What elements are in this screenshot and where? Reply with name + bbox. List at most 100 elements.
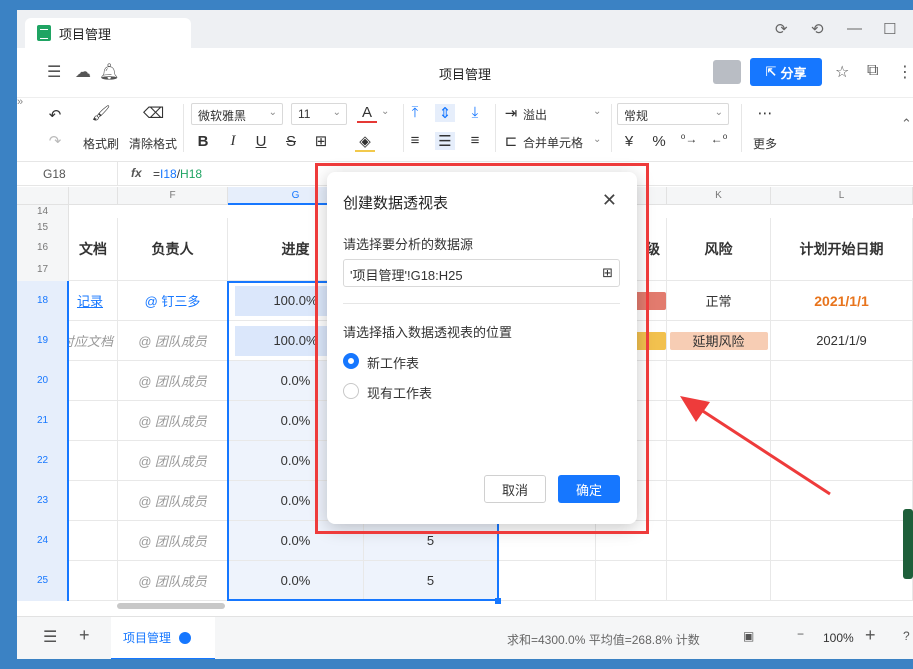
doc-link[interactable]: 记录 — [69, 281, 118, 321]
format-painter-icon[interactable]: 🖌︎ — [91, 104, 111, 122]
header-cell-risk[interactable]: 风险 — [667, 218, 771, 281]
help-icon[interactable]: ? — [903, 629, 910, 643]
data-cell[interactable] — [596, 561, 667, 601]
header-cell-plan-start[interactable]: 计划开始日期 — [771, 218, 913, 281]
option-existing-sheet-label[interactable]: 现有工作表 — [367, 383, 432, 402]
align-left-icon[interactable]: ≡ — [405, 132, 425, 149]
cell-reference[interactable]: G18 — [43, 167, 66, 181]
border-icon[interactable]: ⊞ — [311, 132, 331, 150]
align-middle-icon[interactable]: ⇕ — [435, 104, 455, 122]
history-icon[interactable]: ⟲ — [811, 20, 824, 38]
risk-cell[interactable]: 正常 — [667, 281, 771, 321]
decrease-decimal-icon[interactable]: ←⁰ — [709, 132, 729, 146]
currency-button[interactable]: ¥ — [619, 133, 639, 150]
chevron-down-icon[interactable]: ⌄ — [593, 106, 601, 117]
column-header[interactable] — [69, 187, 118, 205]
percent-button[interactable]: % — [649, 133, 669, 150]
star-icon[interactable]: ☆ — [835, 62, 849, 82]
chevron-down-icon[interactable]: ⌄ — [593, 134, 601, 145]
owner-placeholder[interactable]: @ 团队成员 — [118, 481, 228, 521]
align-top-icon[interactable]: ⤒ — [405, 104, 425, 121]
range-picker-icon[interactable]: ⊞ — [602, 265, 613, 281]
row-header[interactable]: 22 — [17, 441, 69, 481]
risk-cell[interactable]: 延期风险 — [667, 321, 771, 361]
owner-placeholder[interactable]: @ 团队成员 — [118, 361, 228, 401]
horizontal-scrollbar[interactable] — [117, 603, 225, 609]
row-header[interactable]: 14 — [17, 205, 69, 218]
date-cell[interactable]: 2021/1/9 — [771, 321, 913, 361]
data-cell[interactable] — [498, 521, 596, 561]
undo-icon[interactable]: ↶ — [45, 106, 65, 124]
row-header[interactable]: 17 — [17, 258, 69, 281]
comment-icon[interactable] — [179, 631, 192, 644]
avatar[interactable] — [713, 60, 741, 84]
doc-cell[interactable] — [69, 481, 118, 521]
owner-placeholder[interactable]: @ 团队成员 — [118, 441, 228, 481]
eraser-icon[interactable]: ⌫ — [143, 104, 164, 122]
data-cell[interactable] — [596, 521, 667, 561]
font-size-select[interactable]: 11 ⌄ — [291, 103, 347, 125]
column-header-k[interactable]: K — [667, 187, 771, 205]
overflow-button[interactable]: 溢出 — [523, 106, 547, 123]
row-header[interactable]: 23 — [17, 481, 69, 521]
vertical-scrollbar[interactable] — [903, 509, 913, 579]
italic-button[interactable]: I — [223, 133, 243, 150]
align-center-icon[interactable]: ☰ — [435, 132, 455, 150]
select-all-corner[interactable] — [17, 187, 69, 205]
bold-button[interactable]: B — [193, 133, 213, 150]
refresh-icon[interactable]: ⟳ — [775, 20, 788, 38]
maximize-icon[interactable]: ☐ — [883, 20, 896, 38]
chevron-down-icon[interactable]: ⌄ — [381, 106, 389, 117]
value-cell[interactable]: 5 — [364, 561, 498, 601]
more-button[interactable]: 更多 — [753, 135, 777, 152]
row-header[interactable]: 20 — [17, 361, 69, 401]
doc-cell[interactable] — [69, 441, 118, 481]
row-header[interactable]: 19 — [17, 321, 69, 361]
tab-project[interactable]: 项目管理 — [25, 18, 191, 48]
align-right-icon[interactable]: ≡ — [465, 132, 485, 149]
collapse-toolbar-icon[interactable]: ⌃ — [901, 116, 912, 132]
doc-cell[interactable] — [69, 361, 118, 401]
owner-mention[interactable]: @ 钉三多 — [118, 281, 228, 321]
row-header[interactable]: 15 — [17, 218, 69, 238]
row-header[interactable]: 24 — [17, 521, 69, 561]
add-sheet-icon[interactable]: + — [79, 625, 90, 646]
row-header[interactable]: 18 — [17, 281, 69, 321]
minimize-icon[interactable]: — — [847, 20, 862, 37]
data-cell[interactable] — [667, 561, 771, 601]
redo-icon[interactable]: ↷ — [45, 132, 65, 150]
share-button[interactable]: ⇱ 分享 — [750, 58, 822, 86]
zoom-level[interactable]: 100% — [823, 631, 854, 645]
owner-placeholder[interactable]: @ 团队成员 — [118, 561, 228, 601]
owner-placeholder[interactable]: @ 团队成员 — [118, 401, 228, 441]
clear-format-button[interactable]: 清除格式 — [129, 135, 177, 152]
data-cell[interactable] — [667, 521, 771, 561]
confirm-button[interactable]: 确定 — [558, 475, 620, 503]
option-new-sheet-label[interactable]: 新工作表 — [367, 353, 419, 372]
data-cell[interactable] — [498, 561, 596, 601]
sheet-tab-project[interactable]: 项目管理 — [111, 617, 215, 659]
zoom-in-icon[interactable]: + — [865, 625, 876, 646]
cancel-button[interactable]: 取消 — [484, 475, 546, 503]
strikethrough-button[interactable]: S — [281, 133, 301, 150]
doc-cell[interactable]: 对应文档 — [69, 321, 118, 361]
row-header[interactable]: 21 — [17, 401, 69, 441]
data-cell[interactable] — [771, 561, 913, 601]
sheet-list-icon[interactable]: ☰ — [43, 627, 57, 647]
merge-icon[interactable]: ⊏ — [501, 132, 521, 150]
fill-handle[interactable] — [495, 598, 501, 604]
more-menu-icon[interactable]: ⋮ — [897, 62, 913, 82]
increase-decimal-icon[interactable]: ⁰→ — [679, 132, 699, 146]
number-format-select[interactable]: 常规 ⌄ — [617, 103, 729, 125]
doc-cell[interactable] — [69, 561, 118, 601]
value-cell[interactable]: 5 — [364, 521, 498, 561]
font-color-icon[interactable]: A — [357, 104, 377, 123]
column-header-l[interactable]: L — [771, 187, 913, 205]
present-icon[interactable]: ⧉ — [867, 62, 878, 80]
view-icon[interactable]: ▣ — [743, 629, 754, 643]
header-cell-doc[interactable]: 文档 — [69, 218, 118, 281]
radio-new-sheet[interactable] — [343, 353, 359, 369]
fill-color-icon[interactable]: ◈ — [355, 132, 375, 152]
owner-placeholder[interactable]: @ 团队成员 — [118, 321, 228, 361]
source-range-input[interactable]: '项目管理'!G18:H25 ⊞ — [343, 259, 620, 287]
